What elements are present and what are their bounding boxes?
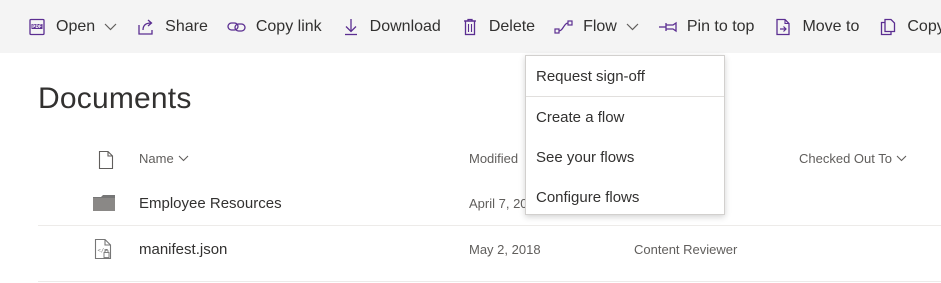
download-icon bbox=[341, 17, 361, 37]
modified-column-header[interactable]: Modified bbox=[469, 151, 518, 166]
download-label: Download bbox=[369, 17, 441, 35]
chevron-down-icon[interactable] bbox=[104, 23, 117, 31]
share-icon bbox=[136, 17, 156, 37]
copy-to-label: Copy to bbox=[907, 17, 941, 35]
delete-label: Delete bbox=[488, 17, 536, 35]
menu-item-request-sign-off[interactable]: Request sign-off bbox=[526, 56, 724, 96]
pin-to-top-button[interactable]: Pin to top bbox=[658, 0, 755, 53]
file-name-link[interactable]: Employee Resources bbox=[139, 180, 282, 226]
name-column-label: Name bbox=[139, 151, 174, 166]
modified-by: Content Reviewer bbox=[634, 241, 738, 257]
flow-dropdown-menu: Request sign-off Create a flow See your … bbox=[525, 55, 725, 215]
row-divider bbox=[38, 281, 941, 282]
flow-label: Flow bbox=[583, 17, 617, 35]
table-row[interactable]: Employee Resources April 7, 20 bbox=[38, 180, 941, 226]
file-type-column-header[interactable] bbox=[98, 150, 114, 173]
command-bar: PDF Open Share Copy link Download Delete bbox=[0, 0, 941, 53]
flow-icon bbox=[554, 17, 574, 37]
modified-column-label: Modified bbox=[469, 151, 519, 166]
trash-icon bbox=[460, 17, 480, 37]
pin-icon bbox=[658, 17, 678, 37]
code-file-icon: </> bbox=[94, 226, 112, 272]
delete-button[interactable]: Delete bbox=[460, 0, 535, 53]
chevron-down-icon bbox=[178, 155, 189, 162]
chevron-down-icon[interactable] bbox=[626, 23, 639, 31]
file-name-link[interactable]: manifest.json bbox=[139, 226, 227, 272]
share-button[interactable]: Share bbox=[136, 0, 208, 53]
link-icon bbox=[227, 17, 247, 37]
flow-button[interactable]: Flow bbox=[554, 0, 639, 53]
modified-date: April 7, 20 bbox=[469, 195, 528, 211]
table-row[interactable]: </> manifest.json May 2, 2018 Content Re… bbox=[38, 226, 941, 272]
open-button[interactable]: PDF Open bbox=[27, 0, 117, 53]
pin-to-top-label: Pin to top bbox=[686, 17, 755, 35]
copy-icon bbox=[878, 17, 898, 37]
move-file-icon bbox=[773, 17, 793, 37]
share-label: Share bbox=[165, 17, 208, 35]
menu-item-configure-flows[interactable]: Configure flows bbox=[526, 177, 724, 217]
document-icon bbox=[98, 150, 114, 173]
copy-to-button[interactable]: Copy to bbox=[878, 0, 941, 53]
move-to-button[interactable]: Move to bbox=[773, 0, 859, 53]
move-to-label: Move to bbox=[802, 17, 860, 35]
modified-date: May 2, 2018 bbox=[469, 241, 541, 257]
name-column-header[interactable]: Name bbox=[139, 151, 189, 166]
page-title: Documents bbox=[38, 82, 192, 115]
chevron-down-icon bbox=[896, 155, 907, 162]
menu-item-create-a-flow[interactable]: Create a flow bbox=[526, 97, 724, 137]
pdf-file-icon: PDF bbox=[27, 17, 47, 37]
menu-item-see-your-flows[interactable]: See your flows bbox=[526, 137, 724, 177]
checked-out-to-column-header[interactable]: Checked Out To bbox=[799, 151, 907, 166]
folder-icon bbox=[93, 180, 115, 226]
open-label: Open bbox=[56, 17, 96, 35]
copy-link-button[interactable]: Copy link bbox=[227, 0, 322, 53]
copy-link-label: Copy link bbox=[255, 17, 322, 35]
svg-text:PDF: PDF bbox=[32, 24, 42, 30]
download-button[interactable]: Download bbox=[341, 0, 441, 53]
checked-out-to-column-label: Checked Out To bbox=[799, 151, 892, 166]
